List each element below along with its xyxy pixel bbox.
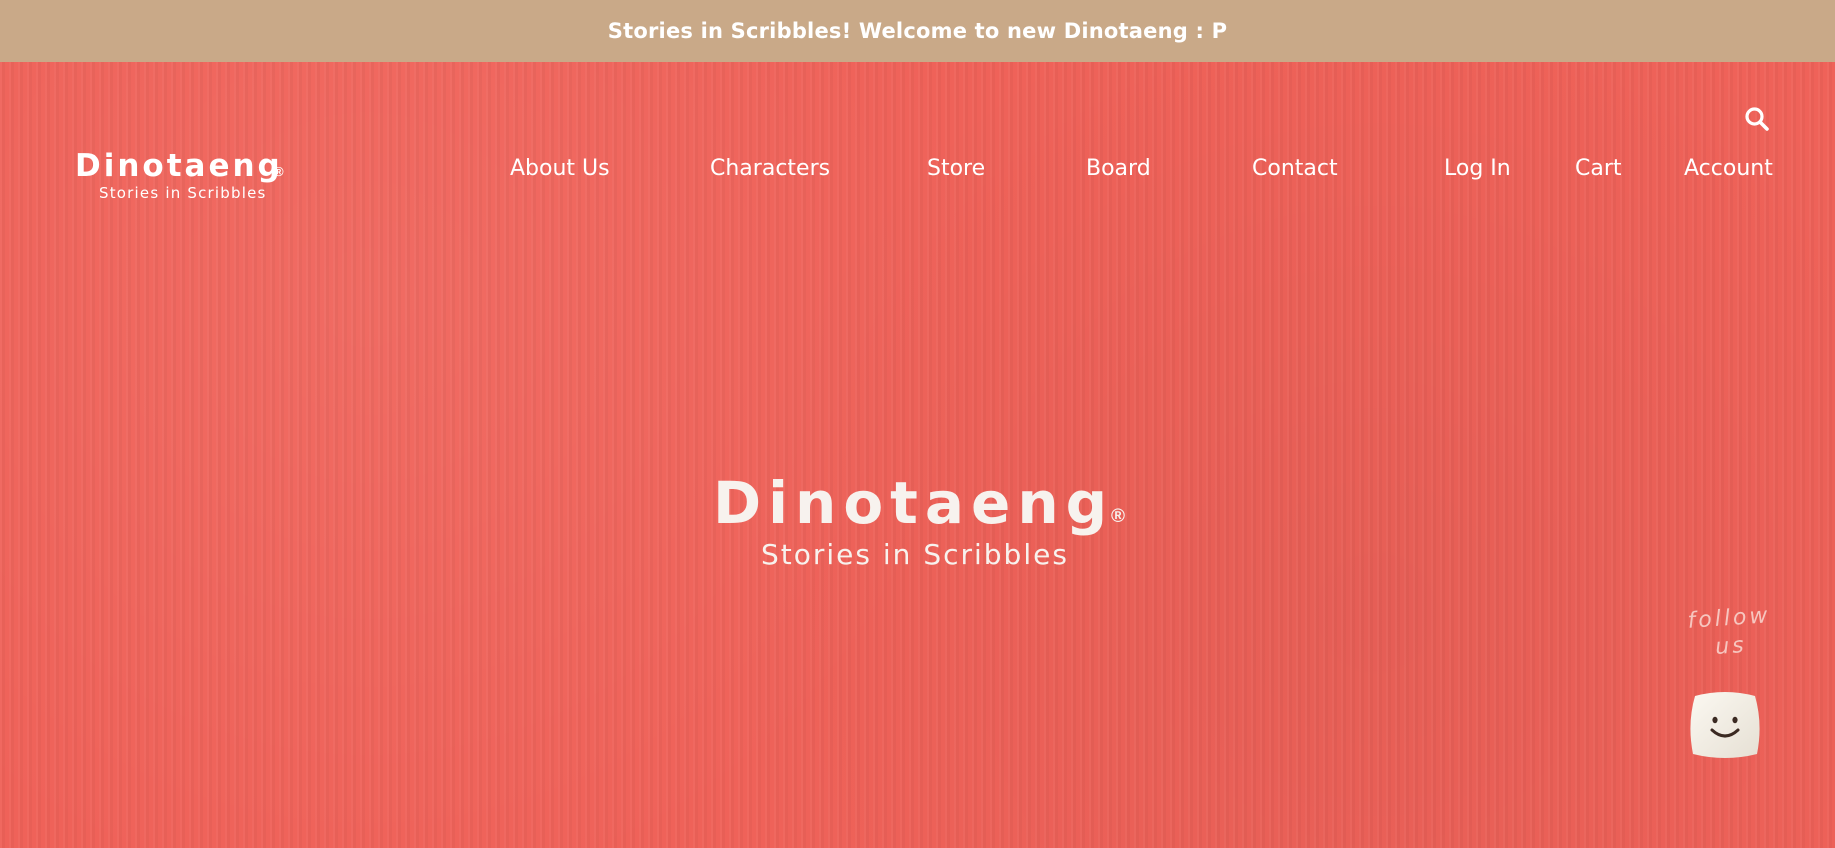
header-logo-registered-mark: ®: [274, 164, 284, 179]
follow-us-line2: us: [1714, 632, 1748, 661]
header-logo-tagline: Stories in Scribbles: [99, 184, 267, 202]
nav-about-us[interactable]: About Us: [510, 156, 610, 181]
nav-store[interactable]: Store: [927, 156, 985, 181]
follow-us-line1: follow: [1686, 603, 1772, 634]
announcement-text: Stories in Scribbles! Welcome to new Din…: [607, 19, 1228, 43]
header-logo-name: Dinotaeng: [75, 148, 283, 184]
search-button[interactable]: [1744, 106, 1770, 132]
hero-logo: Dinotaeng ® Stories in Scribbles: [713, 470, 1133, 580]
follow-us-text: follow us: [1678, 602, 1782, 665]
follow-us-widget[interactable]: follow us: [1675, 602, 1785, 767]
nav-cart[interactable]: Cart: [1575, 156, 1622, 181]
search-icon: [1745, 107, 1769, 131]
nav-contact[interactable]: Contact: [1252, 156, 1338, 181]
smiley-mascot-icon: [1685, 690, 1765, 767]
hero-logo-tagline: Stories in Scribbles: [761, 538, 1069, 571]
nav-log-in[interactable]: Log In: [1444, 156, 1511, 181]
hero-logo-name: Dinotaeng: [713, 469, 1115, 537]
nav-board[interactable]: Board: [1086, 156, 1151, 181]
announcement-bar: Stories in Scribbles! Welcome to new Din…: [0, 0, 1835, 62]
header-logo[interactable]: Dinotaeng ® Stories in Scribbles: [75, 150, 290, 205]
nav-characters[interactable]: Characters: [710, 156, 830, 181]
hero-logo-registered-mark: ®: [1111, 506, 1125, 527]
nav-account[interactable]: Account: [1684, 156, 1773, 181]
